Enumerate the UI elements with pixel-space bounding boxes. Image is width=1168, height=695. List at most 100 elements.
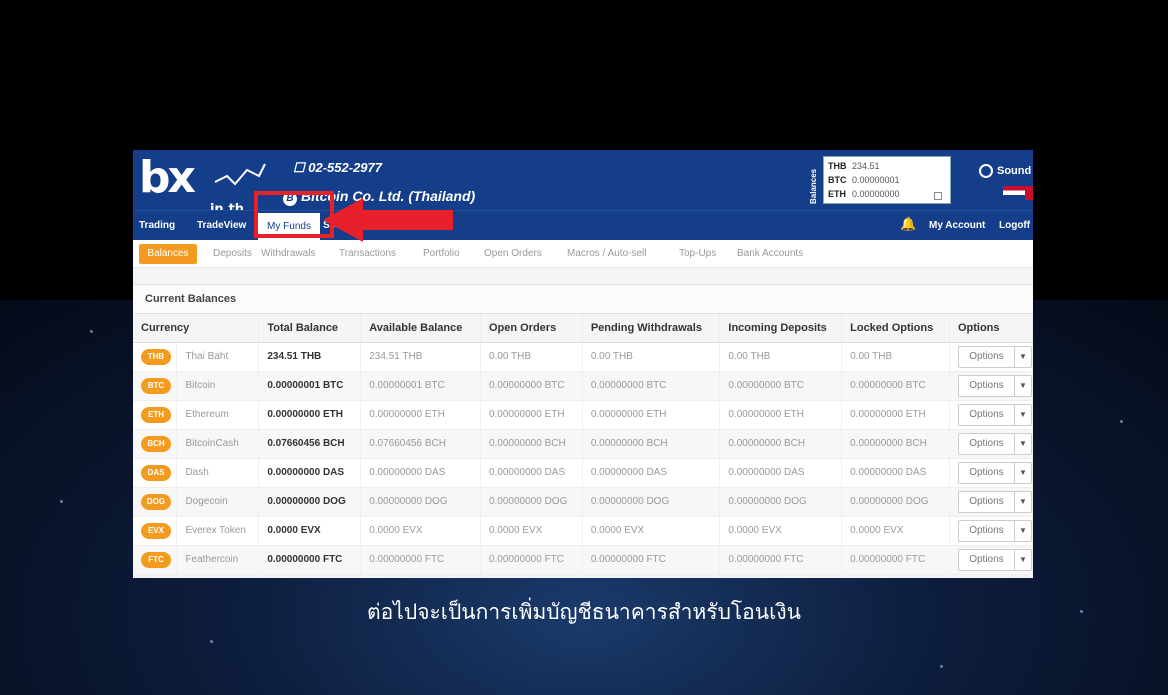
total-balance: 234.51 THB <box>258 342 362 372</box>
currency-name: BitcoinCash <box>176 429 260 459</box>
options-dropdown[interactable]: Options ▼ <box>957 403 1032 426</box>
subtab-balances[interactable]: Balances <box>139 244 197 264</box>
table-row: THB Thai Baht 234.51 THB 234.51 THB 0.00… <box>133 342 1033 372</box>
currency-name: Dogecoin <box>176 487 260 517</box>
pending-withdrawals: 0.00000000 FTC <box>582 545 721 575</box>
locked-options: 0.00000000 DOG <box>841 487 950 517</box>
open-orders: 0.00000000 BTC <box>480 371 583 401</box>
col-options: Options <box>949 314 1033 343</box>
uk-flag-icon[interactable] <box>1025 186 1033 200</box>
open-orders: 0.00000000 BCH <box>480 429 583 459</box>
table-row: BTC Bitcoin 0.00000001 BTC 0.00000001 BT… <box>133 371 1033 401</box>
open-orders: 0.00 THB <box>480 342 583 372</box>
sound-toggle[interactable]: Sound <box>979 164 1031 178</box>
total-balance: 0.00000000 DOG <box>258 487 362 517</box>
sparkle <box>1120 420 1123 423</box>
available-balance: 234.51 THB <box>360 342 481 372</box>
pending-withdrawals: 0.00000000 DOG <box>582 487 721 517</box>
balances-label: Balances <box>809 168 818 204</box>
total-balance: 0.0000 EVX <box>258 516 362 546</box>
available-balance: 0.0000 EVX <box>360 516 481 546</box>
incoming-deposits: 0.00 THB <box>719 342 843 372</box>
bx-logo[interactable]: bx .in.th <box>139 154 266 217</box>
caption-subtitle: ต่อไปจะเป็นการเพิ่มบัญชีธนาคารสำหรับโอนเ… <box>367 600 801 624</box>
options-dropdown[interactable]: Options ▼ <box>957 345 1032 368</box>
caret-down-icon: ▼ <box>1018 497 1027 506</box>
caret-down-icon: ▼ <box>1018 526 1027 535</box>
available-balance: 0.07660456 BCH <box>360 429 481 459</box>
nav-logoff[interactable]: Logoff <box>999 220 1030 231</box>
subtab-portfolio[interactable]: Portfolio <box>423 248 460 259</box>
caret-down-icon: ▼ <box>1018 468 1027 477</box>
caret-down-icon: ▼ <box>1018 555 1027 564</box>
exchange-screenshot: bx .in.th ☐ 02-552-2977 BBitcoin Co. Ltd… <box>133 150 1033 578</box>
table-row: ETH Ethereum 0.00000000 ETH 0.00000000 E… <box>133 400 1033 430</box>
table-row: EVX Everex Token 0.0000 EVX 0.0000 EVX 0… <box>133 516 1033 546</box>
caret-down-icon: ▼ <box>1018 439 1027 448</box>
options-dropdown[interactable]: Options ▼ <box>957 374 1032 397</box>
available-balance: 0.00000001 BTC <box>360 371 481 401</box>
total-balance: 0.00000001 BTC <box>258 371 362 401</box>
subtab-open-orders[interactable]: Open Orders <box>484 248 542 259</box>
currency-badge: DOG <box>141 493 171 510</box>
col-available-balance[interactable]: Available Balance <box>360 314 481 343</box>
pending-withdrawals: 0.00000000 DAS <box>582 458 721 488</box>
subtab-macros[interactable]: Macros / Auto-sell <box>567 248 646 259</box>
currency-name: Dash <box>176 458 260 488</box>
incoming-deposits: 0.00000000 BTC <box>719 371 843 401</box>
subtab-withdrawals[interactable]: Withdrawals <box>261 248 315 259</box>
open-orders: 0.00000000 DAS <box>480 458 583 488</box>
sound-icon <box>979 164 993 178</box>
options-dropdown[interactable]: Options ▼ <box>957 432 1032 455</box>
col-currency[interactable]: Currency <box>133 314 260 343</box>
pending-withdrawals: 0.0000 EVX <box>582 516 721 546</box>
subtab-bank-accounts[interactable]: Bank Accounts <box>737 248 803 259</box>
subtab-transactions[interactable]: Transactions <box>339 248 396 259</box>
incoming-deposits: 0.00000000 BCH <box>719 429 843 459</box>
col-locked-options[interactable]: Locked Options <box>841 314 950 343</box>
currency-badge: FTC <box>141 551 171 568</box>
options-dropdown[interactable]: Options ▼ <box>957 490 1032 513</box>
currency-badge: BTC <box>141 377 171 394</box>
col-pending-withdrawals[interactable]: Pending Withdrawals <box>582 314 721 343</box>
available-balance: 0.00000000 DOG <box>360 487 481 517</box>
caret-down-icon: ▼ <box>1018 381 1027 390</box>
subtab-deposits[interactable]: Deposits <box>213 248 252 259</box>
expand-icon[interactable] <box>934 192 942 200</box>
col-incoming-deposits[interactable]: Incoming Deposits <box>719 314 843 343</box>
currency-badge: BCH <box>141 435 171 452</box>
locked-options: 0.00000000 BTC <box>841 371 950 401</box>
col-total-balance[interactable]: Total Balance <box>258 314 362 343</box>
options-dropdown[interactable]: Options ▼ <box>957 461 1032 484</box>
locked-options: 0.00 THB <box>841 342 950 372</box>
nav-tradeview[interactable]: TradeView <box>197 220 246 231</box>
nav-trading[interactable]: Trading <box>139 220 175 231</box>
currency-badge: ETH <box>141 406 171 423</box>
current-balances-title: Current Balances <box>133 284 1033 314</box>
incoming-deposits: 0.00000000 FTC <box>719 545 843 575</box>
col-open-orders[interactable]: Open Orders <box>480 314 583 343</box>
incoming-deposits: 0.00000000 DAS <box>719 458 843 488</box>
open-orders: 0.00000000 ETH <box>480 400 583 430</box>
currency-badge: DAS <box>141 464 171 481</box>
open-orders: 0.00000000 FTC <box>480 545 583 575</box>
header-balance-row: ETH 0.00000000 <box>828 189 900 199</box>
caret-down-icon: ▼ <box>1018 352 1027 361</box>
sparkle <box>60 500 63 503</box>
logo-wave-icon <box>214 163 266 186</box>
incoming-deposits: 0.0000 EVX <box>719 516 843 546</box>
options-dropdown[interactable]: Options ▼ <box>957 519 1032 542</box>
locked-options: 0.00000000 ETH <box>841 400 950 430</box>
pending-withdrawals: 0.00000000 ETH <box>582 400 721 430</box>
available-balance: 0.00000000 ETH <box>360 400 481 430</box>
nav-my-account[interactable]: My Account <box>929 220 985 231</box>
bell-icon[interactable]: 🔔 <box>900 216 916 232</box>
highlight-box <box>254 191 334 238</box>
header-balance-row: BTC 0.00000001 <box>828 175 900 185</box>
thai-flag-icon[interactable] <box>1003 186 1025 200</box>
red-arrow-icon <box>323 198 453 242</box>
subtab-top-ups[interactable]: Top-Ups <box>679 248 716 259</box>
table-row: DOG Dogecoin 0.00000000 DOG 0.00000000 D… <box>133 487 1033 517</box>
options-dropdown[interactable]: Options ▼ <box>957 548 1032 571</box>
available-balance: 0.00000000 FTC <box>360 545 481 575</box>
